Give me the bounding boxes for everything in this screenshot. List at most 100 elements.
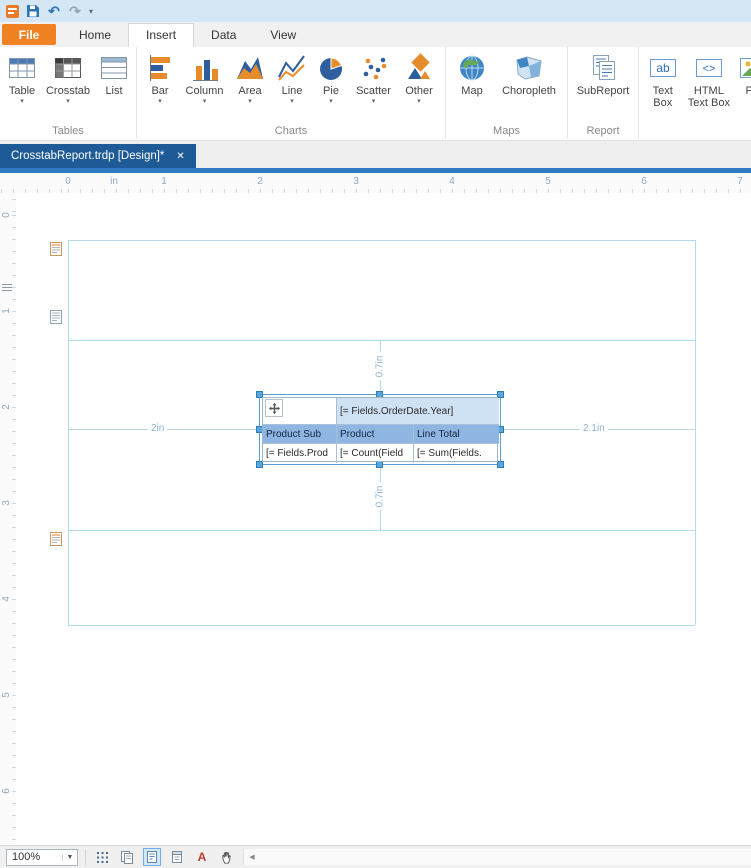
scatter-chart-button[interactable]: Scatter ▾	[350, 52, 397, 105]
crosstab-data-cell[interactable]: [= Sum(Fields.	[414, 444, 499, 463]
list-button[interactable]: List	[95, 52, 133, 97]
tab-data[interactable]: Data	[194, 23, 253, 47]
report-designer-window: ↶ ↷ ▾ File Home Insert Data View Table ▾	[0, 0, 751, 868]
quick-access-dropdown-icon[interactable]: ▾	[89, 7, 93, 16]
button-label: Bar	[151, 85, 169, 97]
two-pages-icon[interactable]	[118, 848, 136, 866]
page-ruler-icon[interactable]	[168, 848, 186, 866]
chevron-down-icon: ▾	[158, 98, 162, 106]
button-label: SubReport	[576, 85, 630, 97]
tab-view[interactable]: View	[253, 23, 313, 47]
crosstab-item[interactable]: [= Fields.OrderDate.Year] Product Sub Pr…	[262, 397, 499, 463]
group-label-tables: Tables	[52, 125, 84, 137]
hand-icon[interactable]	[218, 848, 236, 866]
pie-chart-button[interactable]: Pie ▾	[314, 52, 348, 105]
button-label: Other	[405, 85, 433, 97]
group-label-charts: Charts	[274, 125, 308, 137]
chevron-down-icon: ▾	[66, 98, 70, 106]
button-label: Scatter	[356, 85, 391, 97]
choropleth-button[interactable]: Choropleth	[496, 52, 562, 97]
detail-section-top-line	[68, 340, 695, 341]
subreport-icon	[587, 52, 619, 84]
ribbon-group-charts: Bar ▾ Column ▾ Area ▾ Line ▾ Pie ▾ Scatt…	[137, 47, 446, 139]
section-icon-page-header[interactable]	[50, 242, 62, 256]
page-icon[interactable]	[143, 848, 161, 866]
crosstab-header-cell[interactable]: Line Total	[414, 425, 499, 444]
zoom-combobox[interactable]: 100% ▼	[6, 848, 78, 866]
ruler-number: 1	[161, 176, 167, 187]
choropleth-icon	[513, 52, 545, 84]
text-box-button[interactable]: ab Text Box	[644, 52, 682, 110]
area-chart-button[interactable]: Area ▾	[230, 52, 270, 105]
button-label: Text Box	[652, 85, 673, 110]
area-chart-icon	[234, 52, 266, 84]
dimension-label-top: 0.7in	[374, 352, 386, 381]
subreport-button[interactable]: SubReport	[571, 52, 635, 97]
resize-handle-top-right[interactable]	[497, 391, 504, 398]
document-tab-active[interactable]: CrosstabReport.trdp [Design]* ✕	[0, 144, 196, 168]
crosstab-column-group-cell[interactable]: [= Fields.OrderDate.Year]	[337, 398, 499, 425]
ruler-number: 2	[1, 404, 12, 410]
file-tab[interactable]: File	[2, 24, 56, 45]
crosstab-header-cell[interactable]: Product Sub	[263, 425, 337, 444]
ruler-number: 4	[449, 176, 455, 187]
tab-insert[interactable]: Insert	[128, 23, 195, 47]
ribbon-group-report: SubReport Report	[568, 47, 639, 139]
design-surface[interactable]: 2in 2.1in 0.7in 0.7in [= Fields.OrderDat…	[16, 193, 751, 845]
other-chart-button[interactable]: Other ▾	[399, 52, 439, 105]
map-icon	[456, 52, 488, 84]
crosstab-button[interactable]: Crosstab ▾	[43, 52, 93, 105]
page-footer-top-line	[68, 530, 695, 531]
button-label: Choropleth	[502, 85, 556, 97]
line-chart-icon	[276, 52, 308, 84]
line-chart-button[interactable]: Line ▾	[272, 52, 312, 105]
group-label-report: Report	[586, 125, 620, 137]
section-marker-icon	[2, 283, 12, 292]
grid-dots-icon[interactable]	[93, 848, 111, 866]
svg-text:ab: ab	[656, 61, 670, 75]
chevron-down-icon: ▾	[290, 98, 294, 106]
html-text-box-icon: <>	[693, 52, 725, 84]
tab-home[interactable]: Home	[62, 23, 128, 47]
undo-icon[interactable]: ↶	[47, 4, 61, 18]
crosstab-data-cell[interactable]: [= Count(Field	[337, 444, 414, 463]
section-icon-detail[interactable]	[50, 310, 62, 324]
app-logo-icon	[5, 4, 19, 18]
button-label: HTML Text Box	[687, 85, 730, 110]
save-icon[interactable]	[26, 4, 40, 18]
button-label: Pie	[323, 85, 339, 97]
bar-chart-button[interactable]: Bar ▾	[141, 52, 179, 105]
picture-box-button[interactable]: Pic	[736, 52, 751, 97]
scroll-left-icon[interactable]: ◀	[244, 853, 260, 861]
chevron-down-icon: ▾	[202, 98, 207, 106]
chevron-down-icon: ▾	[417, 98, 421, 106]
move-handle-icon[interactable]	[265, 399, 283, 417]
column-chart-button[interactable]: Column ▾	[181, 52, 228, 105]
map-button[interactable]: Map	[451, 52, 493, 97]
document-tab-strip: CrosstabReport.trdp [Design]* ✕	[0, 141, 751, 168]
column-chart-icon	[189, 52, 221, 84]
html-text-box-button[interactable]: <> HTML Text Box	[685, 52, 734, 110]
scatter-chart-icon	[358, 52, 390, 84]
ruler-number: 0	[1, 212, 12, 218]
resize-handle-bottom-left[interactable]	[256, 461, 263, 468]
button-label: Crosstab	[45, 85, 91, 97]
table-button[interactable]: Table ▾	[3, 52, 41, 105]
ribbon-group-maps: Map Choropleth Maps	[446, 47, 568, 139]
crosstab-data-cell[interactable]: [= Fields.Prod	[263, 444, 337, 463]
button-label: Column	[185, 85, 224, 97]
section-icon-page-footer[interactable]	[50, 532, 62, 546]
letter-a-icon[interactable]: A	[193, 848, 211, 866]
ruler-number: 4	[1, 596, 12, 602]
picture-box-icon	[737, 52, 751, 84]
chevron-down-icon: ▾	[20, 98, 24, 106]
close-icon[interactable]: ✕	[176, 151, 184, 162]
horizontal-scrollbar[interactable]: ◀	[243, 849, 751, 865]
svg-text:<>: <>	[702, 63, 715, 75]
statusbar: 100% ▼ A ◀	[0, 845, 751, 868]
zoom-value: 100%	[12, 851, 41, 863]
crosstab-header-cell[interactable]: Product	[337, 425, 414, 444]
list-icon	[98, 52, 130, 84]
redo-icon[interactable]: ↷	[68, 4, 82, 18]
bar-chart-icon	[144, 52, 176, 84]
